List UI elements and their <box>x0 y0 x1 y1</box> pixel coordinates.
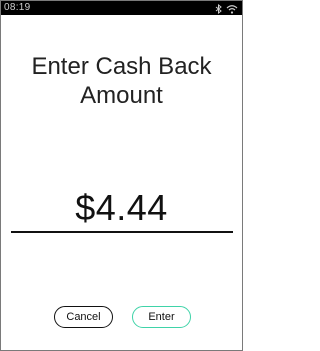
payment-terminal-screen: 08:19 Enter Cash Back Amount $4.44 Cance… <box>0 0 243 351</box>
status-bar: 08:19 <box>1 1 242 15</box>
page-title: Enter Cash Back Amount <box>1 52 242 110</box>
cancel-button[interactable]: Cancel <box>54 306 113 328</box>
title-line-1: Enter Cash Back <box>31 53 212 80</box>
status-icons <box>215 3 238 14</box>
title-line-2: Amount <box>80 82 163 109</box>
status-time: 08:19 <box>4 2 31 13</box>
cash-back-amount: $4.44 <box>75 187 168 228</box>
bluetooth-icon <box>215 3 222 14</box>
enter-button[interactable]: Enter <box>132 306 191 328</box>
amount-underline <box>11 231 233 233</box>
wifi-icon <box>226 4 238 14</box>
